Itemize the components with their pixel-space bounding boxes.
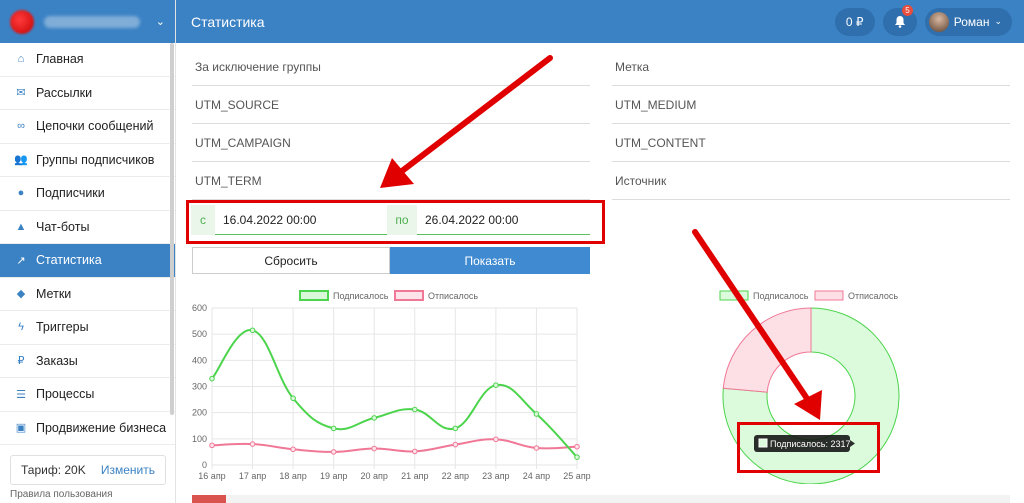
bottom-panel — [192, 495, 1010, 503]
annotation-arrows — [380, 55, 822, 420]
